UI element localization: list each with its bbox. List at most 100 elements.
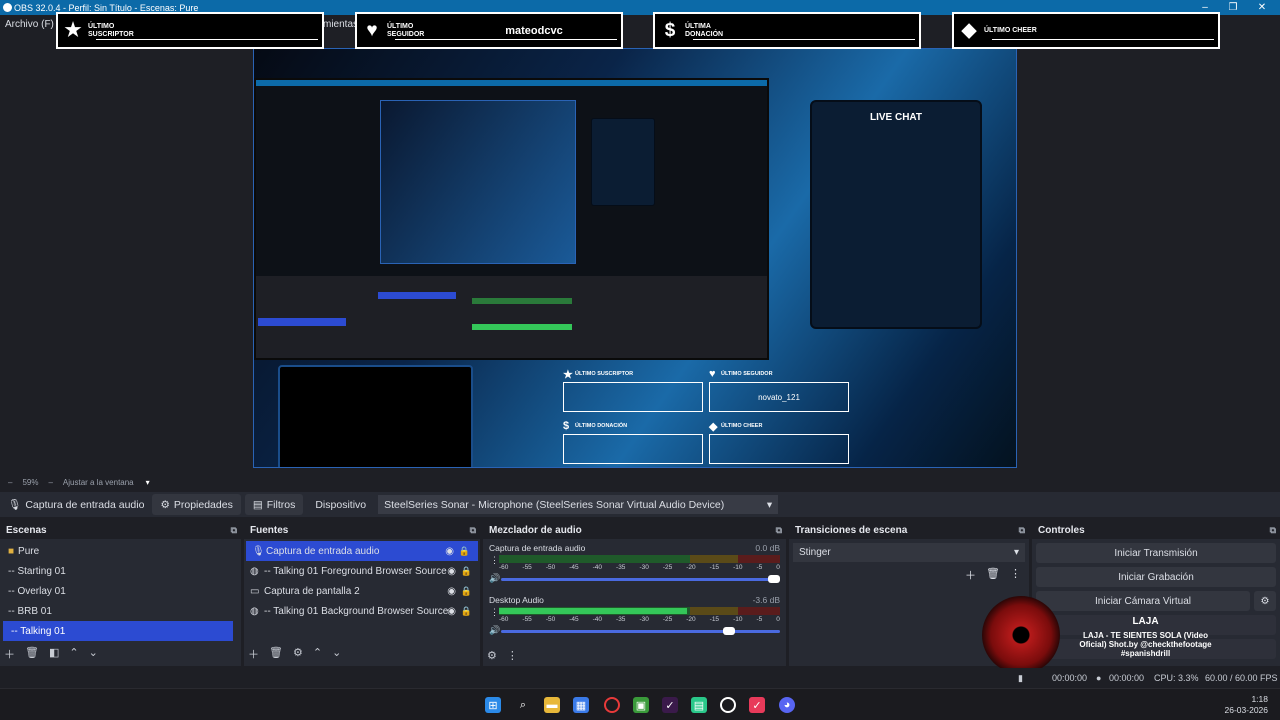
- cpu-usage: CPU: 3.3%: [1154, 673, 1199, 683]
- eye-icon[interactable]: ◉: [447, 586, 456, 597]
- eye-icon[interactable]: ◉: [447, 566, 456, 577]
- preview-canvas[interactable]: LIVE CHAT ★ ÚLTIMO SUSCRIPTOR ♥ ÚLTIMO SEG…: [253, 48, 1017, 468]
- davinci-icon[interactable]: ✓: [662, 697, 678, 713]
- system-clock[interactable]: 1:18 26-03-2026: [1225, 694, 1268, 716]
- file-explorer-icon[interactable]: ▬: [544, 697, 560, 713]
- search-icon[interactable]: ⌕: [515, 697, 531, 713]
- scene-item[interactable]: -- Starting 01: [0, 561, 241, 581]
- lock-icon[interactable]: 🔒: [461, 586, 472, 597]
- dock-popout-icon[interactable]: ⧉: [776, 525, 782, 536]
- scene-item[interactable]: ■ Pure: [0, 541, 241, 561]
- trash-icon[interactable]: 🗑: [25, 646, 39, 662]
- meter-tick: 0: [776, 616, 780, 623]
- menu-file[interactable]: Archivo (F): [0, 19, 59, 30]
- gear-icon[interactable]: ⚙: [1254, 591, 1276, 611]
- filter-icon[interactable]: ◧: [49, 646, 59, 662]
- minecraft-icon[interactable]: ▣: [633, 697, 649, 713]
- trash-icon[interactable]: 🗑: [269, 646, 283, 662]
- volume-knob[interactable]: [768, 575, 780, 583]
- add-icon[interactable]: ＋: [965, 567, 976, 583]
- fit-to-window[interactable]: Ajustar a la ventana: [63, 478, 134, 487]
- more-options-icon[interactable]: ⋮: [1010, 567, 1021, 583]
- windows-start-icon[interactable]: ⊞: [485, 697, 501, 713]
- dock-popout-icon[interactable]: ⧉: [231, 525, 237, 536]
- add-icon[interactable]: ＋: [248, 646, 259, 662]
- meter-tick: -5: [756, 564, 763, 571]
- mixer-channel: Captura de entrada audio 0.0 dB ⋮ -60 -55…: [489, 543, 780, 584]
- filters-button[interactable]: ▤ Filtros: [244, 494, 304, 515]
- trash-icon[interactable]: 🗑: [986, 567, 1000, 583]
- eye-icon[interactable]: ◉: [447, 606, 456, 617]
- device-label: Dispositivo: [315, 498, 367, 511]
- scene-item[interactable]: -- BRB 01: [0, 601, 241, 621]
- chevron-down-icon: ▾: [766, 498, 773, 511]
- meter-tick: -40: [592, 564, 603, 571]
- zoom-in-icon[interactable]: –: [48, 478, 52, 487]
- meter-tick: -60: [499, 616, 509, 623]
- microphone-icon: 🎙: [8, 499, 22, 511]
- more-options-icon[interactable]: ⋮: [507, 649, 518, 662]
- scene-item[interactable]: -- Overlay 01: [0, 581, 241, 601]
- lock-icon[interactable]: 🔒: [461, 566, 472, 577]
- app-icon[interactable]: ▤: [691, 697, 707, 713]
- store-icon[interactable]: ▦: [573, 697, 589, 713]
- dock-popout-icon[interactable]: ⧉: [1270, 525, 1276, 536]
- album-disc-icon: [982, 596, 1060, 674]
- opera-icon[interactable]: [604, 697, 620, 713]
- mixer-channel: Desktop Audio -3.6 dB ⋮ -60 -55 -50 -45 -40-…: [489, 595, 780, 636]
- maximize-icon[interactable]: ❐: [1218, 0, 1248, 15]
- zoom-level[interactable]: 59%: [22, 478, 38, 487]
- volume-slider[interactable]: [501, 575, 780, 583]
- arrow-down-icon[interactable]: ⌄: [89, 646, 98, 662]
- more-options-icon[interactable]: ⋮: [490, 555, 499, 566]
- preview-area: LIVE CHAT ★ ÚLTIMO SUSCRIPTOR ♥ ÚLTIMO SEG…: [0, 33, 1280, 473]
- scenes-title: Escenas: [6, 524, 47, 536]
- source-row[interactable]: ◍ -- Talking 01 Foreground Browser Source…: [244, 561, 480, 581]
- transition-select[interactable]: Stinger ▾: [793, 543, 1025, 562]
- discord-icon[interactable]: ◕: [779, 697, 795, 713]
- arrow-up-icon[interactable]: ⌃: [313, 646, 322, 662]
- app-icon[interactable]: ✓: [749, 697, 765, 713]
- heart-icon: ♥: [366, 19, 378, 41]
- volume-knob[interactable]: [723, 627, 736, 635]
- source-row-selected[interactable]: 🎙 Captura de entrada audio ◉ 🔒: [246, 541, 478, 561]
- volume-slider[interactable]: [501, 627, 780, 635]
- arrow-up-icon[interactable]: ⌃: [69, 646, 78, 662]
- start-streaming-button[interactable]: Iniciar Transmisión: [1036, 543, 1276, 563]
- live-chat-panel: LIVE CHAT: [810, 100, 982, 329]
- small-alert-value: [563, 434, 703, 464]
- zoom-out-icon[interactable]: –: [8, 478, 12, 487]
- heart-icon: ♥: [709, 368, 716, 380]
- lock-icon[interactable]: 🔒: [459, 546, 470, 557]
- gear-icon[interactable]: ⚙: [487, 649, 497, 662]
- speaker-icon[interactable]: 🔊: [489, 625, 500, 636]
- start-recording-button[interactable]: Iniciar Grabación: [1036, 567, 1276, 587]
- transitions-title: Transiciones de escena: [795, 524, 908, 536]
- eye-icon[interactable]: ◉: [445, 546, 454, 557]
- more-options-icon[interactable]: ⋮: [490, 607, 499, 618]
- arrow-down-icon[interactable]: ⌄: [332, 646, 341, 662]
- speaker-icon[interactable]: 🔊: [489, 573, 500, 584]
- source-row[interactable]: ◍ -- Talking 01 Background Browser Source…: [244, 601, 480, 621]
- add-icon[interactable]: ＋: [4, 646, 15, 662]
- gear-icon: ⚙: [160, 498, 170, 511]
- small-alert-follower: ♥ ÚLTIMO SEGUIDOR novato_121: [709, 367, 849, 412]
- sources-dock: Fuentes ⧉ 🎙 Captura de entrada audio ◉ 🔒 ◍ --…: [244, 521, 480, 666]
- meter-tick: -5: [756, 616, 763, 623]
- dock-popout-icon[interactable]: ⧉: [1019, 525, 1025, 536]
- stream-timer: 00:00:00: [1052, 673, 1088, 683]
- status-bar: ▮ 00:00:00 ● 00:00:00 CPU: 3.3% 60.00 / …: [0, 668, 1280, 688]
- source-row[interactable]: ▭ Captura de pantalla 2 ◉ 🔒: [244, 581, 480, 601]
- scene-item-selected[interactable]: -- Talking 01: [3, 621, 233, 641]
- gear-icon[interactable]: ⚙: [293, 646, 303, 662]
- device-select[interactable]: SteelSeries Sonar - Microphone (SteelSer…: [378, 495, 779, 514]
- dock-popout-icon[interactable]: ⧉: [470, 525, 476, 536]
- obs-taskbar-icon[interactable]: [720, 697, 736, 713]
- alert-cheer: ◆ ÚLTIMO CHEER: [952, 12, 1220, 49]
- record-icon: ●: [1096, 673, 1102, 683]
- lock-icon[interactable]: 🔒: [461, 606, 472, 617]
- properties-button[interactable]: ⚙ Propiedades: [152, 494, 241, 515]
- taskbar: ⊞ ⌕ ▬ ▦ ▣ ✓ ▤ ✓ ◕ 1:18 26-03-2026: [0, 688, 1280, 720]
- close-icon[interactable]: ✕: [1247, 0, 1277, 15]
- chevron-down-icon[interactable]: ▾: [146, 478, 150, 487]
